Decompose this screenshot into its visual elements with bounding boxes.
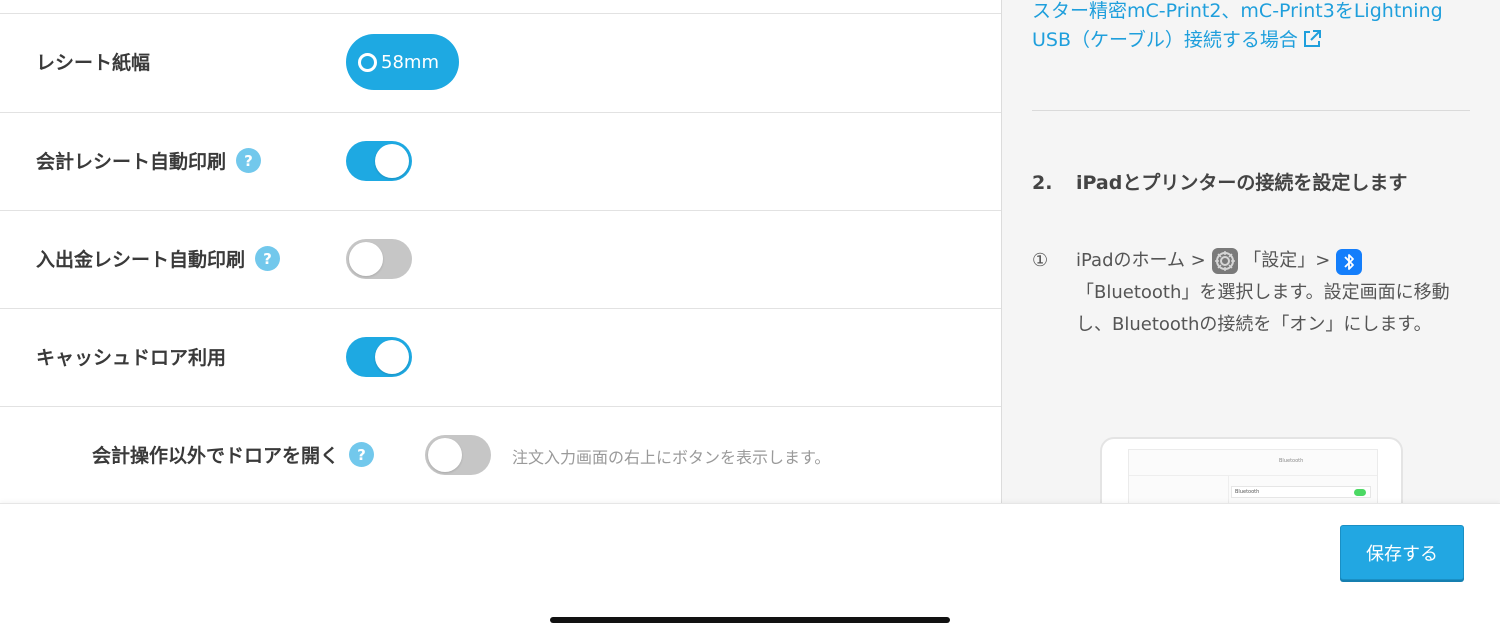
open-drawer-hint: 注文入力画面の右上にボタンを表示します。 xyxy=(512,448,831,467)
step-2-title: 2. iPadとプリンターの接続を設定します xyxy=(1032,168,1407,195)
toggle-knob xyxy=(375,144,409,178)
cash-drawer-label: キャッシュドロア利用 xyxy=(36,343,226,370)
divider xyxy=(1032,110,1470,111)
ipad-sidebar xyxy=(1129,476,1229,503)
auto-print-receipt-label: 会計レシート自動印刷 ? xyxy=(36,147,262,174)
cash-drawer-label-text: キャッシュドロア利用 xyxy=(36,347,227,369)
setting-row-open-drawer: 会計操作以外でドロアを開く ? 注文入力画面の右上にボタンを表示します。 xyxy=(0,407,1001,503)
link-line-1: スター精密mC-Print2、mC-Print3をLightning xyxy=(1032,0,1443,22)
home-indicator[interactable] xyxy=(550,617,950,623)
bluetooth-icon xyxy=(1336,249,1363,275)
step-text-c: 「Bluetooth」を選択します。設定画面に移動し、Bluetoothの接続を… xyxy=(1076,282,1450,335)
toggle-knob xyxy=(375,340,409,374)
setting-row-cash-drawer: キャッシュドロア利用 xyxy=(0,309,1001,407)
setting-row-auto-print-cash: 入出金レシート自動印刷 ? xyxy=(0,211,1001,309)
footer-bar: 保存する xyxy=(0,503,1500,632)
open-drawer-label-text: 会計操作以外でドロアを開く xyxy=(92,445,340,467)
toggle-knob xyxy=(428,438,462,472)
help-icon[interactable]: ? xyxy=(349,442,375,467)
step-title-text: iPadとプリンターの接続を設定します xyxy=(1076,172,1408,194)
auto-print-receipt-toggle[interactable] xyxy=(346,141,412,181)
printer-connection-link[interactable]: スター精密mC-Print2、mC-Print3をLightning USB（ケ… xyxy=(1032,0,1472,58)
step-text: iPadのホーム > 「設定」> 「Bluetooth」を選択します。設定画面に… xyxy=(1076,245,1472,341)
cash-drawer-toggle[interactable] xyxy=(346,337,412,377)
setting-row-paper-width: レシート紙幅 58mm xyxy=(0,14,1001,113)
step-2-instruction: ① iPadのホーム > 「設定」> 「Bluetooth」を選択します。設定画… xyxy=(1032,245,1472,341)
setting-row-auto-print-receipt: 会計レシート自動印刷 ? xyxy=(0,113,1001,211)
radio-circle-icon xyxy=(358,52,377,72)
ipad-bluetooth-row: Bluetooth xyxy=(1231,486,1371,498)
ipad-row-label: Bluetooth xyxy=(1235,489,1260,495)
auto-print-cash-label-text: 入出金レシート自動印刷 xyxy=(36,249,246,271)
step-number: 2. xyxy=(1032,172,1053,194)
external-link-icon xyxy=(1302,29,1322,58)
ipad-screenshot-illustration: Bluetooth Bluetooth xyxy=(1100,437,1403,503)
auto-print-cash-label: 入出金レシート自動印刷 ? xyxy=(36,245,281,272)
paper-width-58mm-radio[interactable]: 58mm xyxy=(346,34,459,90)
paper-width-option-label: 58mm xyxy=(381,51,439,73)
settings-panel: レシート紙幅 58mm 会計レシート自動印刷 ? 入出金レシート自動印刷 ? キ… xyxy=(0,0,1001,503)
auto-print-receipt-label-text: 会計レシート自動印刷 xyxy=(36,151,227,173)
auto-print-cash-toggle[interactable] xyxy=(346,239,412,279)
open-drawer-label: 会計操作以外でドロアを開く ? xyxy=(92,441,375,468)
paper-width-label-text: レシート紙幅 xyxy=(36,52,151,74)
step-text-b: 「設定」> xyxy=(1243,250,1337,271)
sub-step-marker: ① xyxy=(1032,250,1049,271)
save-button[interactable]: 保存する xyxy=(1340,525,1464,580)
help-panel: スター精密mC-Print2、mC-Print3をLightning USB（ケ… xyxy=(1002,0,1500,503)
toggle-knob xyxy=(349,242,383,276)
help-icon[interactable]: ? xyxy=(236,148,262,173)
paper-width-label: レシート紙幅 xyxy=(36,48,150,75)
step-text-a: iPadのホーム > xyxy=(1076,250,1212,271)
settings-gear-icon xyxy=(1211,248,1238,274)
link-line-2: USB（ケーブル）接続する場合 xyxy=(1032,26,1472,58)
ipad-nav-bar: Bluetooth xyxy=(1129,450,1377,476)
open-drawer-toggle[interactable] xyxy=(425,435,491,475)
help-icon[interactable]: ? xyxy=(255,246,281,271)
link-line-2-text: USB（ケーブル）接続する場合 xyxy=(1032,29,1298,51)
ipad-screen: Bluetooth Bluetooth xyxy=(1128,449,1378,503)
ipad-toggle xyxy=(1354,489,1366,496)
ipad-nav-title: Bluetooth xyxy=(1279,458,1304,464)
